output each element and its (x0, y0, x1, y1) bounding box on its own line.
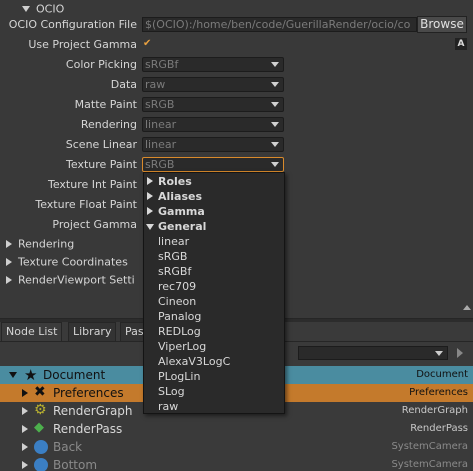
chevron-down-icon (271, 162, 279, 167)
expand-arrow-icon[interactable] (22, 461, 28, 469)
texture-paint-select[interactable]: sRGB (142, 157, 284, 172)
chevron-down-icon (271, 122, 279, 127)
field-label: Data (110, 78, 137, 91)
tree-row-bottom[interactable]: Bottom SystemCamera (0, 456, 473, 471)
field-row: Color Picking sRGBf (0, 55, 470, 75)
field-label: Texture Int Paint (47, 178, 137, 191)
diamond-icon: ◆ (34, 420, 44, 435)
field-label: Texture Paint (66, 158, 137, 171)
camera-icon (34, 440, 48, 454)
chevron-down-icon (271, 142, 279, 147)
use-gamma-checkbox[interactable]: ✔ (143, 39, 153, 49)
tab-node-list[interactable]: Node List (1, 322, 63, 341)
expand-arrow-icon (147, 207, 153, 215)
field-label: Texture Float Paint (35, 198, 137, 211)
play-icon[interactable] (457, 348, 463, 358)
colorspace-dropdown-menu: Roles Aliases Gamma General linear sRGB … (143, 172, 285, 414)
menu-item[interactable]: Panalog (144, 309, 284, 324)
tree-row-renderpass[interactable]: ◆ RenderPass RenderPass (0, 420, 473, 438)
use-gamma-label: Use Project Gamma (28, 38, 137, 51)
menu-item[interactable]: Cineon (144, 294, 284, 309)
expand-arrow-icon[interactable] (22, 389, 28, 397)
menu-group-gamma[interactable]: Gamma (144, 204, 284, 219)
matte-paint-select[interactable]: sRGB (142, 97, 284, 112)
collapse-arrow-icon[interactable] (22, 6, 30, 12)
menu-item[interactable]: PLogLin (144, 369, 284, 384)
menu-group-general[interactable]: General (144, 219, 284, 234)
gear-icon: ⚙ (34, 402, 47, 418)
expand-arrow-icon[interactable] (6, 276, 12, 284)
camera-icon (34, 458, 48, 471)
expand-arrow-icon[interactable] (6, 240, 12, 248)
field-row: Scene Linear linear (0, 135, 470, 155)
expand-arrow-icon[interactable] (22, 443, 28, 451)
tools-icon: ✖ (34, 384, 46, 400)
field-row: Rendering linear (0, 115, 470, 135)
chevron-down-icon (271, 62, 279, 67)
expand-arrow-icon[interactable] (22, 407, 28, 415)
field-label: Rendering (80, 118, 137, 131)
menu-item[interactable]: REDLog (144, 324, 284, 339)
vertical-scrollbar[interactable] (460, 0, 472, 318)
menu-item[interactable]: SLog (144, 384, 284, 399)
ocio-config-label: OCIO Configuration File (8, 18, 137, 31)
filter-select[interactable] (298, 346, 448, 360)
color-picking-select[interactable]: sRGBf (142, 57, 284, 72)
scene-linear-select[interactable]: linear (142, 137, 284, 152)
menu-item[interactable]: sRGBf (144, 264, 284, 279)
field-label: Project Gamma (52, 218, 137, 231)
section-ocio-label: OCIO (36, 2, 65, 16)
menu-item[interactable]: sRGB (144, 249, 284, 264)
chevron-down-icon (271, 102, 279, 107)
menu-item[interactable]: rec709 (144, 279, 284, 294)
data-select[interactable]: raw (142, 77, 284, 92)
field-row: Matte Paint sRGB (0, 95, 470, 115)
menu-group-aliases[interactable]: Aliases (144, 189, 284, 204)
collapse-arrow-icon (146, 224, 154, 230)
field-row: Data raw (0, 75, 470, 95)
expand-arrow-icon[interactable] (22, 425, 28, 433)
field-label: Color Picking (65, 58, 137, 71)
rendering-select[interactable]: linear (142, 117, 284, 132)
expand-arrow-icon (147, 177, 153, 185)
field-label: Scene Linear (65, 138, 137, 151)
field-label: Matte Paint (74, 98, 137, 111)
ocio-config-input[interactable]: $(OCIO):/home/ben/code/GuerillaRender/oc… (142, 17, 417, 32)
tab-library[interactable]: Library (68, 322, 117, 341)
chevron-down-icon (271, 82, 279, 87)
expand-arrow-icon (147, 192, 153, 200)
ocio-config-row: OCIO Configuration File $(OCIO):/home/be… (0, 15, 470, 35)
chevron-down-icon (435, 351, 443, 356)
menu-item[interactable]: ViperLog (144, 339, 284, 354)
menu-group-roles[interactable]: Roles (144, 174, 284, 189)
scroll-up-icon[interactable] (463, 305, 471, 310)
menu-item[interactable]: linear (144, 234, 284, 249)
collapse-arrow-icon[interactable] (9, 372, 17, 378)
use-gamma-row: Use Project Gamma ✔ A (0, 35, 470, 55)
tree-row-back[interactable]: Back SystemCamera (0, 438, 473, 456)
star-icon: ★ (24, 366, 38, 384)
menu-item[interactable]: raw (144, 399, 284, 414)
menu-item[interactable]: AlexaV3LogC (144, 354, 284, 369)
expand-arrow-icon[interactable] (6, 258, 12, 266)
